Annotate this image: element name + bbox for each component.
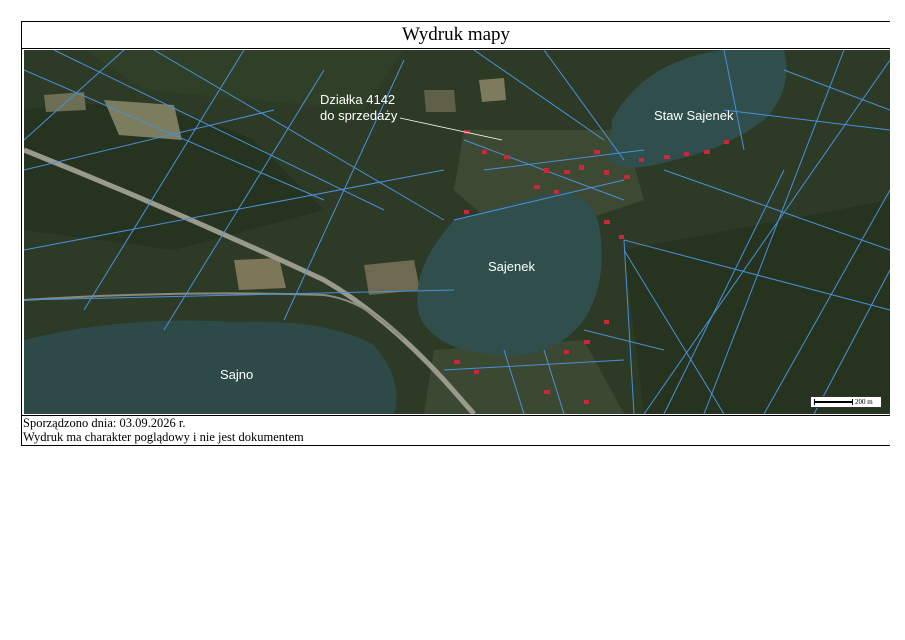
footer: Sporządzono dnia: 03.09.2026 r. Wydruk m…: [22, 415, 890, 447]
disclaimer: Wydruk ma charakter poglądowy i nie jest…: [23, 430, 304, 444]
scale-bar: 200 m: [810, 396, 882, 408]
lake-label-sajno: Sajno: [220, 367, 254, 382]
lake-sajno: [24, 320, 397, 414]
field: [424, 90, 456, 112]
parcel-label-line1: Działka 4142: [320, 92, 396, 107]
field: [234, 258, 286, 290]
date-line: Sporządzono dnia: 03.09.2026 r.: [23, 416, 186, 430]
parcel-label-line2: do sprzedaży: [320, 108, 398, 123]
scale-bar-tick: [852, 399, 853, 405]
page-title: Wydruk mapy: [22, 22, 890, 49]
map-printout-frame: Wydruk mapy Działka 4142 do sprzedaży St…: [21, 21, 890, 446]
satellite-map: [24, 50, 890, 414]
scale-bar-line: [814, 401, 852, 403]
field: [44, 92, 86, 112]
field: [479, 78, 506, 102]
field: [364, 260, 420, 295]
parcel-label: Działka 4142 do sprzedaży: [320, 92, 397, 124]
map-view[interactable]: Działka 4142 do sprzedaży Staw Sajenek S…: [24, 50, 890, 414]
lake-label-staw-sajenek: Staw Sajenek: [654, 108, 734, 123]
lake-label-sajenek: Sajenek: [488, 259, 535, 274]
scale-bar-label: 200 m: [855, 398, 873, 406]
